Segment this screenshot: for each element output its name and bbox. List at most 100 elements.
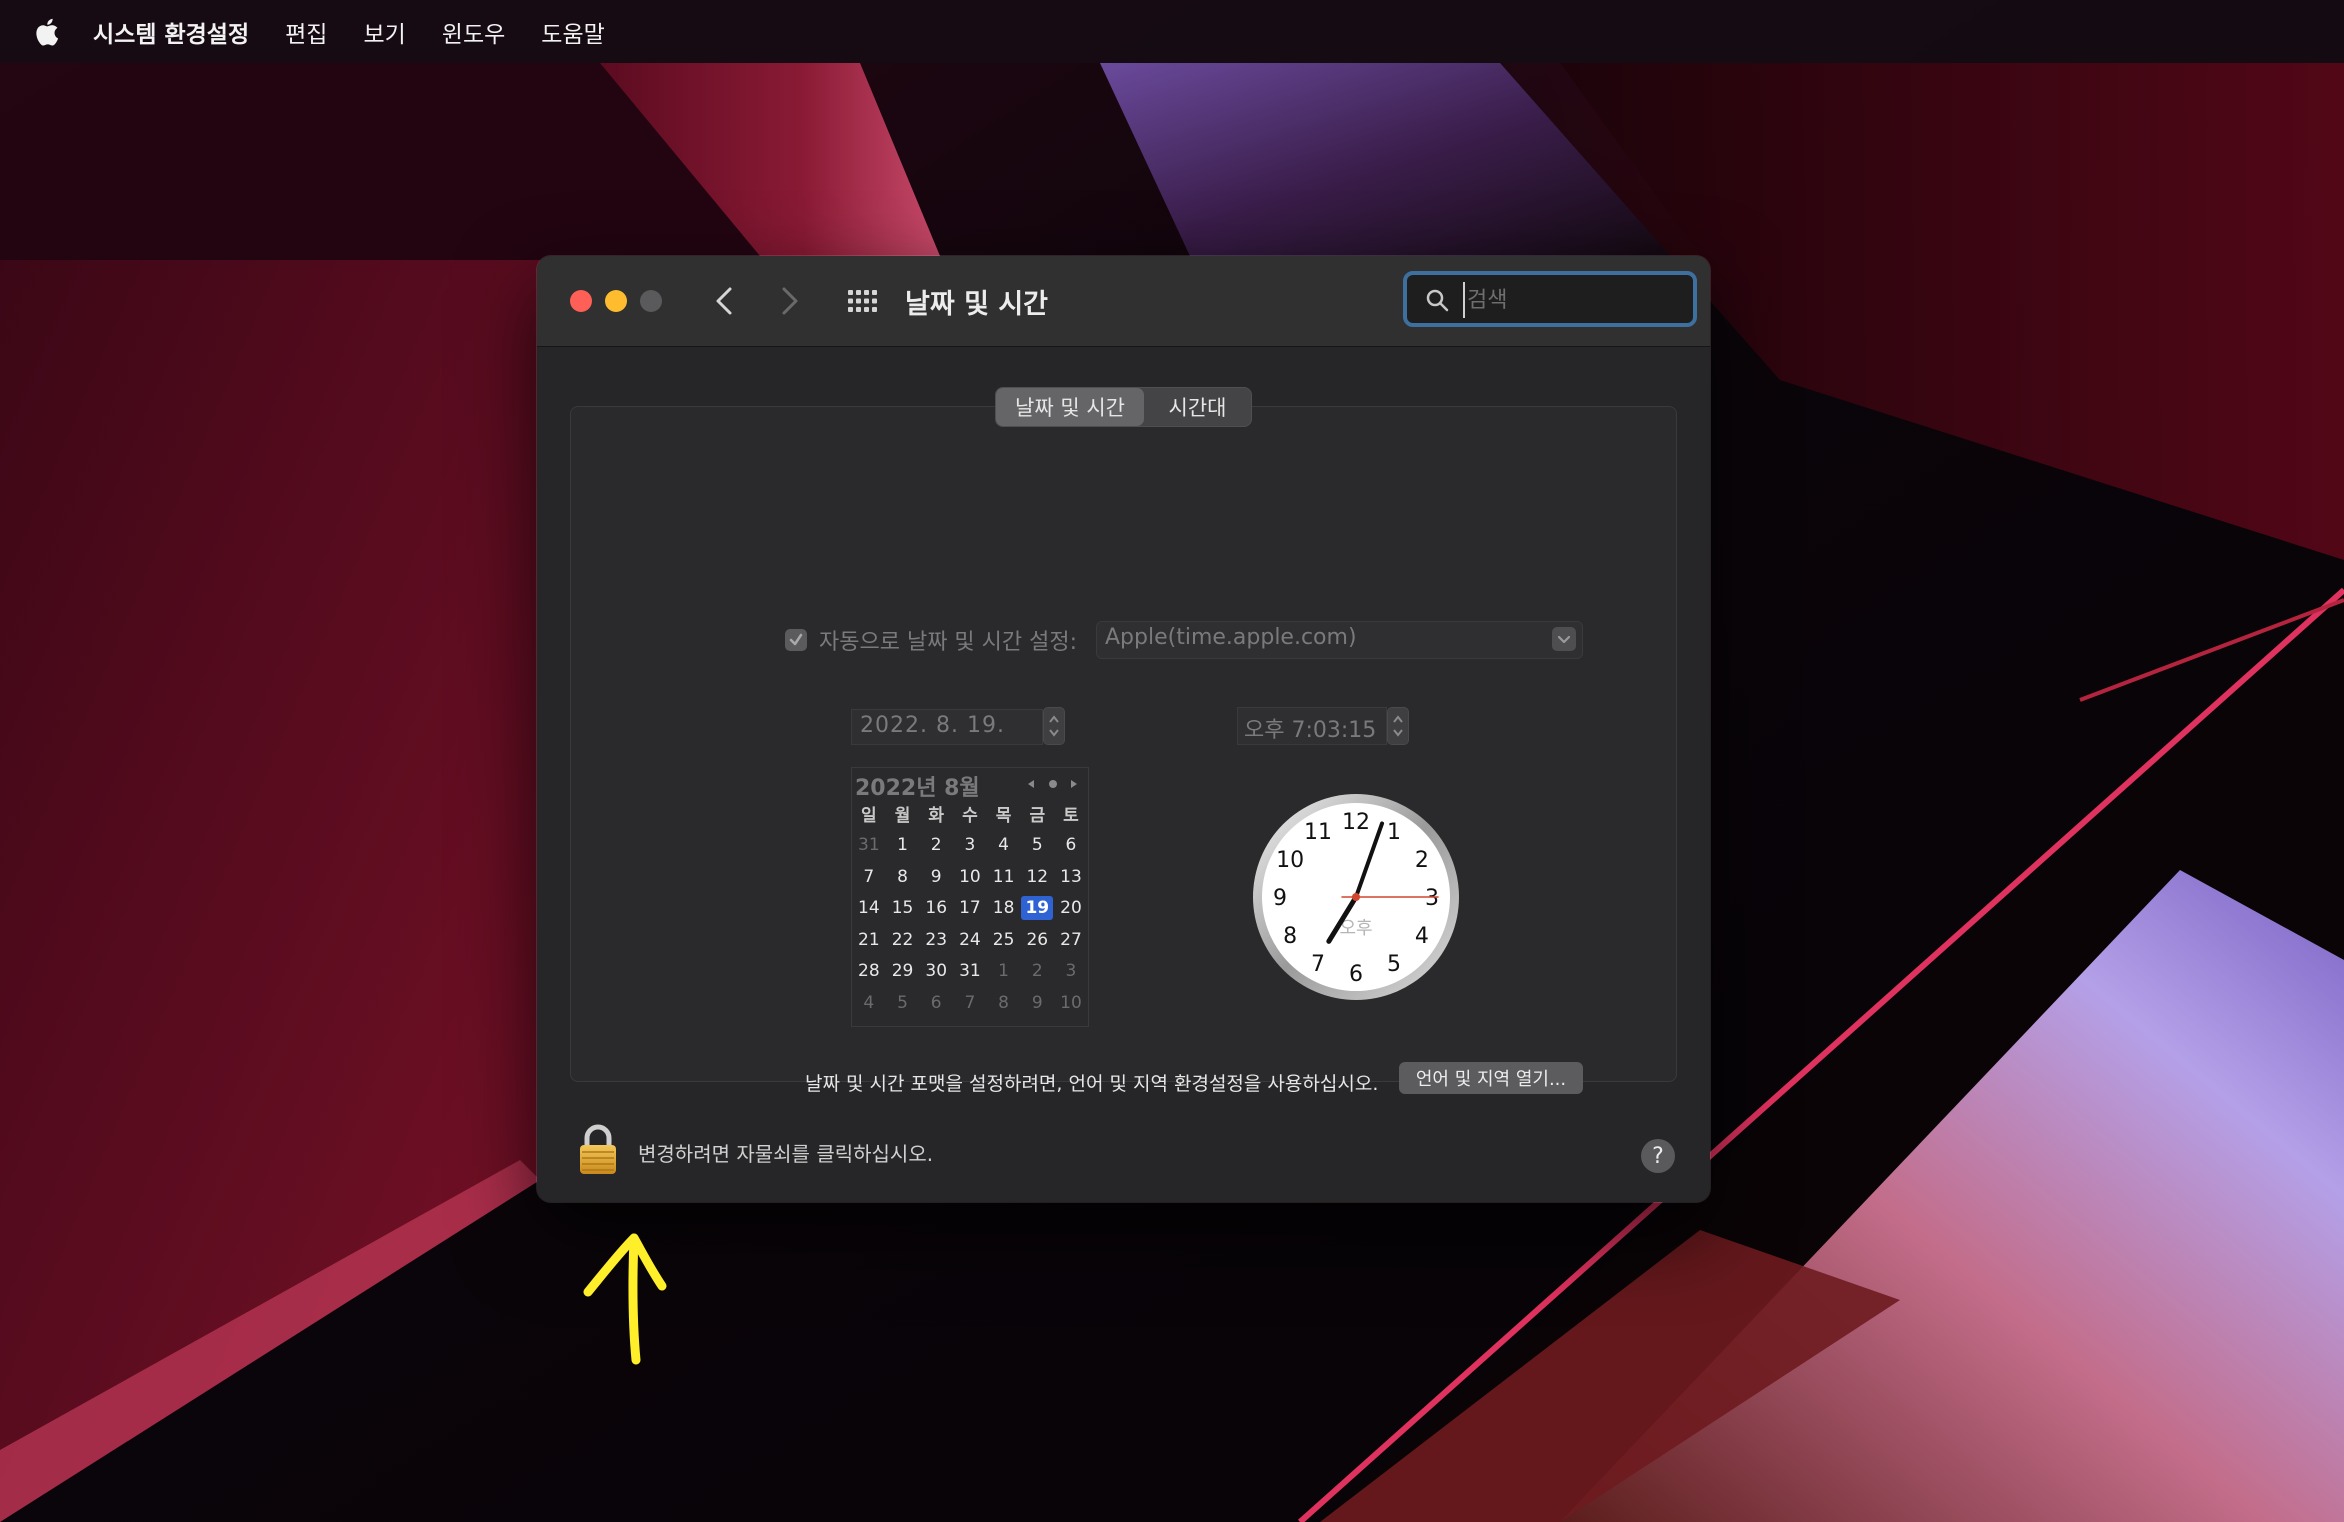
calendar-day[interactable]: 27 — [1054, 924, 1088, 956]
time-field[interactable]: 오후 7:03:15 — [1237, 707, 1387, 745]
back-arrow-icon[interactable] — [710, 283, 738, 319]
menu-window[interactable]: 윈도우 — [442, 15, 505, 49]
tab-date-time[interactable]: 날짜 및 시간 — [996, 388, 1144, 426]
tab-time-zone[interactable]: 시간대 — [1144, 388, 1251, 426]
calendar-day[interactable]: 15 — [886, 893, 920, 925]
calendar-day[interactable]: 2 — [1020, 956, 1054, 988]
calendar-day[interactable]: 4 — [852, 987, 886, 1019]
search-icon — [1426, 289, 1449, 312]
calendar-day[interactable]: 26 — [1020, 924, 1054, 956]
close-window-button[interactable] — [570, 290, 592, 312]
clock-number: 4 — [1415, 924, 1429, 949]
calendar-day[interactable]: 3 — [1054, 956, 1088, 988]
clock-number: 6 — [1349, 962, 1363, 987]
next-month-icon[interactable] — [1068, 778, 1080, 790]
calendar-day[interactable]: 10 — [953, 861, 987, 893]
date-value: 2022. 8. 19. — [860, 713, 1005, 738]
time-server-value: Apple(time.apple.com) — [1105, 625, 1357, 650]
clock-number: 8 — [1283, 924, 1297, 949]
previous-month-icon[interactable] — [1025, 778, 1037, 790]
calendar-day[interactable]: 31 — [953, 956, 987, 988]
calendar-day[interactable]: 30 — [919, 956, 953, 988]
calendar-day[interactable]: 11 — [987, 861, 1021, 893]
calendar-weekday-label: 목 — [995, 806, 1012, 827]
calendar-weekday-label: 금 — [1029, 806, 1046, 827]
calendar-day[interactable]: 14 — [852, 893, 886, 925]
open-language-region-button[interactable]: 언어 및 지역 열기... — [1399, 1062, 1583, 1094]
calendar-day[interactable]: 9 — [1020, 987, 1054, 1019]
calendar-day[interactable]: 12 — [1020, 861, 1054, 893]
clock-am-pm-label: 오후 — [1339, 918, 1372, 939]
minimize-window-button[interactable] — [605, 290, 627, 312]
show-all-grid-icon[interactable] — [847, 289, 879, 313]
calendar-weekday-label: 일 — [861, 806, 877, 827]
clock-number: 11 — [1304, 820, 1332, 845]
calendar-day[interactable]: 20 — [1054, 893, 1088, 925]
calendar-day[interactable]: 7 — [953, 987, 987, 1019]
calendar-day[interactable]: 1 — [987, 956, 1021, 988]
calendar-day[interactable]: 16 — [919, 893, 953, 925]
calendar-day[interactable]: 1 — [886, 830, 920, 862]
menu-edit[interactable]: 편집 — [285, 15, 327, 49]
calendar-day[interactable]: 31 — [852, 830, 886, 862]
clock-number: 7 — [1311, 952, 1325, 977]
calendar-day[interactable]: 22 — [886, 924, 920, 956]
menu-help[interactable]: 도움말 — [541, 15, 604, 49]
help-button[interactable]: ? — [1641, 1139, 1675, 1173]
search-field[interactable] — [1403, 271, 1697, 327]
calendar-day[interactable]: 28 — [852, 956, 886, 988]
calendar-day[interactable]: 8 — [886, 861, 920, 893]
calendar-grid: 일 월 화 수 목 금 토 31 1 2 3 4 5 6 7 8 9 10 11 12 13 14 15 16 17 18 19 20… — [852, 798, 1088, 1019]
calendar-day[interactable]: 2 — [919, 830, 953, 862]
date-field[interactable]: 2022. 8. 19. — [851, 709, 1043, 745]
menu-bar: 시스템 환경설정 편집 보기 윈도우 도움말 — [0, 0, 2344, 63]
clock-number: 1 — [1387, 820, 1401, 845]
window-title: 날짜 및 시간 — [905, 289, 1048, 320]
format-note: 날짜 및 시간 포맷을 설정하려면, 언어 및 지역 환경설정을 사용하십시오. — [805, 1073, 1379, 1095]
calendar-day[interactable]: 9 — [919, 861, 953, 893]
auto-set-checkbox[interactable] — [785, 629, 807, 651]
checkmark-icon — [789, 633, 803, 646]
padlock-icon[interactable] — [577, 1124, 619, 1176]
clock-number: 5 — [1387, 952, 1401, 977]
calendar-day[interactable]: 8 — [987, 987, 1021, 1019]
calendar-day-selected[interactable]: 19 — [1020, 893, 1054, 925]
calendar-day[interactable]: 4 — [987, 830, 1021, 862]
clock-number: 2 — [1415, 848, 1429, 873]
calendar-day[interactable]: 10 — [1054, 987, 1088, 1019]
calendar-day[interactable]: 25 — [987, 924, 1021, 956]
time-stepper[interactable] — [1387, 707, 1409, 745]
calendar-day[interactable]: 6 — [1054, 830, 1088, 862]
calendar-day[interactable]: 7 — [852, 861, 886, 893]
calendar-day[interactable]: 21 — [852, 924, 886, 956]
calendar-week-row: 21 22 23 24 25 26 27 — [852, 924, 1088, 956]
apple-logo-icon[interactable] — [33, 17, 59, 47]
calendar-day[interactable]: 23 — [919, 924, 953, 956]
calendar-day[interactable]: 17 — [953, 893, 987, 925]
search-input[interactable] — [1463, 282, 1679, 318]
calendar-week-row: 7 8 9 10 11 12 13 — [852, 861, 1088, 893]
calendar-day[interactable]: 5 — [1020, 830, 1054, 862]
time-server-select[interactable]: Apple(time.apple.com) — [1096, 621, 1583, 659]
calendar-week-row: 28 29 30 31 1 2 3 — [852, 956, 1088, 988]
calendar-day[interactable]: 29 — [886, 956, 920, 988]
analog-clock: 12 12 3 45678 9 1011 오후 — [1253, 794, 1459, 1000]
today-dot-icon[interactable] — [1047, 778, 1059, 790]
forward-arrow-icon[interactable] — [776, 283, 804, 319]
calendar-day[interactable]: 13 — [1054, 861, 1088, 893]
lock-instruction-text: 변경하려면 자물쇠를 클릭하십시오. — [638, 1142, 934, 1166]
calendar-weekday-label: 화 — [928, 806, 945, 827]
calendar-day[interactable]: 5 — [886, 987, 920, 1019]
calendar-weekday-row: 일월화수목금토 — [852, 798, 1088, 830]
auto-set-row: 자동으로 날짜 및 시간 설정: — [785, 622, 1077, 658]
calendar-day[interactable]: 3 — [953, 830, 987, 862]
calendar-day[interactable]: 6 — [919, 987, 953, 1019]
zoom-window-button[interactable] — [640, 290, 662, 312]
calendar-day[interactable]: 18 — [987, 893, 1021, 925]
calendar-day[interactable]: 24 — [953, 924, 987, 956]
tab-control: 날짜 및 시간 시간대 — [995, 387, 1252, 427]
menu-app-name[interactable]: 시스템 환경설정 — [93, 15, 249, 49]
date-stepper[interactable] — [1043, 707, 1065, 745]
calendar-weekday-label: 월 — [894, 806, 911, 827]
menu-view[interactable]: 보기 — [363, 15, 405, 49]
